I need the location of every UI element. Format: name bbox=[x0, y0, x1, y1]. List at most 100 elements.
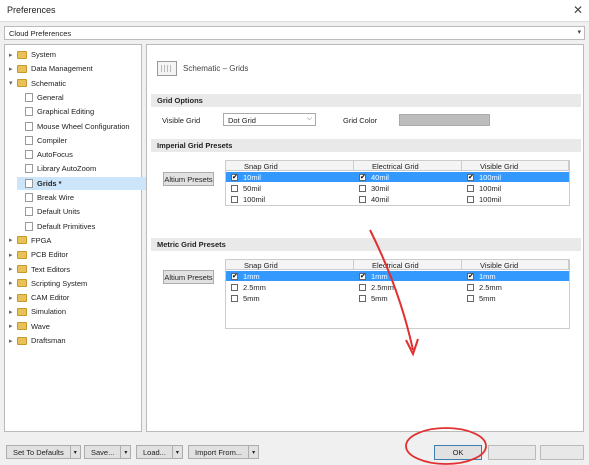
tree-item[interactable]: ▸ System bbox=[9, 48, 56, 61]
expand-chevron-icon[interactable]: ▸ bbox=[9, 279, 17, 287]
cell-value: 1mm bbox=[479, 271, 496, 281]
page-icon bbox=[25, 178, 33, 188]
column-header: Electrical Grid bbox=[354, 161, 462, 171]
checkbox[interactable] bbox=[231, 283, 238, 291]
expand-chevron-icon[interactable]: ▸ bbox=[9, 308, 17, 316]
tree-item[interactable]: Library AutoZoom bbox=[17, 162, 96, 175]
imperial-grid-table[interactable]: Snap Grid Electrical Grid Visible Grid ✔ 10m… bbox=[225, 160, 570, 206]
tree-item[interactable]: ▸ Simulation bbox=[9, 305, 66, 318]
checked-checkbox[interactable]: ✔ bbox=[467, 173, 474, 181]
checkbox[interactable] bbox=[359, 294, 366, 302]
expand-chevron-icon[interactable]: ▸ bbox=[9, 251, 17, 259]
checkbox[interactable] bbox=[467, 283, 474, 291]
tree-item[interactable]: ▸ Draftsman bbox=[9, 334, 66, 347]
metric-grid-table[interactable]: Snap Grid Electrical Grid Visible Grid ✔ 1mm… bbox=[225, 259, 570, 329]
cloud-preferences-dropdown[interactable]: Cloud Preferences ▾ bbox=[4, 26, 585, 40]
column-header: Visible Grid bbox=[462, 161, 569, 171]
tree-item[interactable]: General bbox=[17, 91, 64, 104]
import-from-button[interactable]: Import From... ▾ bbox=[188, 445, 260, 459]
close-icon[interactable]: ✕ bbox=[573, 3, 583, 17]
cell-value: 2.5mm bbox=[243, 282, 266, 292]
tree-item[interactable]: Default Primitives bbox=[17, 220, 95, 233]
cell-value: 40mil bbox=[371, 172, 389, 182]
folder-icon bbox=[17, 236, 27, 245]
expand-chevron-icon[interactable]: ▸ bbox=[9, 337, 17, 345]
expand-chevron-icon[interactable]: ▸ bbox=[9, 265, 17, 273]
table-row[interactable]: ✔ 1mm ✔ 1mm ✔ 1mm bbox=[226, 271, 569, 281]
save-button[interactable]: Save... ▾ bbox=[84, 445, 132, 459]
tree-item[interactable]: ▸ Data Management bbox=[9, 62, 93, 75]
cancel-button[interactable] bbox=[488, 445, 536, 460]
chevron-down-icon[interactable]: ▾ bbox=[69, 446, 80, 458]
cell-value: 5mm bbox=[479, 293, 496, 303]
expand-chevron-icon[interactable]: ▸ bbox=[9, 294, 17, 302]
checkbox[interactable] bbox=[467, 294, 474, 302]
table-row[interactable]: ✔ 10mil ✔ 40mil ✔ 100mil bbox=[226, 172, 569, 182]
tree-item[interactable]: ▸ Text Editors bbox=[9, 263, 70, 276]
checkbox[interactable] bbox=[231, 294, 238, 302]
tree-item-label: Wave bbox=[31, 321, 50, 331]
ok-button[interactable]: OK bbox=[434, 445, 482, 460]
tree-item[interactable]: ▸ PCB Editor bbox=[9, 248, 68, 261]
grid-color-swatch[interactable] bbox=[399, 114, 490, 126]
content-panel: Schematic – Grids Grid Options Visible G… bbox=[146, 44, 584, 432]
section-imperial-grid-presets: Imperial Grid Presets bbox=[151, 139, 581, 152]
folder-icon bbox=[17, 250, 27, 259]
checkbox[interactable] bbox=[231, 184, 238, 192]
checkbox[interactable] bbox=[359, 283, 366, 291]
checked-checkbox[interactable]: ✔ bbox=[359, 272, 366, 280]
column-header: Visible Grid bbox=[462, 260, 569, 270]
table-row[interactable]: 5mm 5mm 5mm bbox=[226, 293, 569, 303]
checked-checkbox[interactable]: ✔ bbox=[231, 173, 238, 181]
chevron-down-icon[interactable]: ▾ bbox=[120, 446, 130, 458]
tree-item-label: Data Management bbox=[31, 64, 93, 74]
tree-item[interactable]: ▸ CAM Editor bbox=[9, 291, 69, 304]
apply-button[interactable] bbox=[540, 445, 584, 460]
tree-item-label: Library AutoZoom bbox=[37, 164, 97, 174]
checkbox[interactable] bbox=[467, 195, 474, 203]
expand-chevron-icon[interactable]: ▾ bbox=[9, 79, 17, 87]
load-button[interactable]: Load... ▾ bbox=[136, 445, 183, 459]
checkbox[interactable] bbox=[359, 184, 366, 192]
metric-altium-presets-button[interactable]: Altium Presets bbox=[163, 270, 214, 284]
chevron-down-icon[interactable]: ▾ bbox=[171, 446, 182, 458]
table-row[interactable]: 100mil 40mil 100mil bbox=[226, 194, 569, 204]
tree-item-label: Compiler bbox=[37, 135, 68, 145]
window-title: Preferences bbox=[7, 5, 56, 15]
imperial-altium-presets-button[interactable]: Altium Presets bbox=[163, 172, 214, 186]
tree-item[interactable]: ▸ FPGA bbox=[9, 234, 51, 247]
tree-item[interactable]: AutoFocus bbox=[17, 148, 73, 161]
tree-item[interactable]: ▸ Wave bbox=[9, 320, 50, 333]
tree-item-label: PCB Editor bbox=[31, 250, 69, 260]
table-row[interactable]: 50mil 30mil 100mil bbox=[226, 183, 569, 193]
tree-item[interactable]: Compiler bbox=[17, 134, 67, 147]
tree-item[interactable]: Break Wire bbox=[17, 191, 74, 204]
visible-grid-select[interactable]: Dot Grid ⌵ bbox=[223, 113, 316, 126]
checked-checkbox[interactable]: ✔ bbox=[359, 173, 366, 181]
tree-item[interactable]: Graphical Editing bbox=[17, 105, 94, 118]
checked-checkbox[interactable]: ✔ bbox=[231, 272, 238, 280]
preferences-tree[interactable]: ▸ System ▸ Data Management ▾ Schematic General… bbox=[4, 44, 148, 432]
checkbox[interactable] bbox=[467, 184, 474, 192]
table-row[interactable]: 2.5mm 2.5mm 2.5mm bbox=[226, 282, 569, 292]
load-label: Load... bbox=[143, 447, 166, 457]
expand-chevron-icon[interactable]: ▸ bbox=[9, 51, 17, 59]
checkbox[interactable] bbox=[231, 195, 238, 203]
tree-item[interactable]: ▸ Scripting System bbox=[9, 277, 87, 290]
tree-item[interactable]: Grids * bbox=[17, 176, 148, 190]
table-cell: ✔ 10mil bbox=[231, 172, 261, 182]
visible-grid-label: Visible Grid bbox=[162, 116, 201, 125]
cell-value: 2.5mm bbox=[479, 282, 502, 292]
set-to-defaults-button[interactable]: Set To Defaults ▾ bbox=[6, 445, 81, 459]
expand-chevron-icon[interactable]: ▸ bbox=[9, 65, 17, 73]
table-cell: 100mil bbox=[467, 183, 501, 193]
page-icon bbox=[25, 92, 33, 102]
checked-checkbox[interactable]: ✔ bbox=[467, 272, 474, 280]
chevron-down-icon[interactable]: ▾ bbox=[248, 446, 258, 458]
tree-item[interactable]: Mouse Wheel Configuration bbox=[17, 120, 130, 133]
tree-item[interactable]: ▾ Schematic bbox=[9, 77, 66, 90]
checkbox[interactable] bbox=[359, 195, 366, 203]
expand-chevron-icon[interactable]: ▸ bbox=[9, 322, 17, 330]
expand-chevron-icon[interactable]: ▸ bbox=[9, 236, 17, 244]
tree-item[interactable]: Default Units bbox=[17, 205, 80, 218]
